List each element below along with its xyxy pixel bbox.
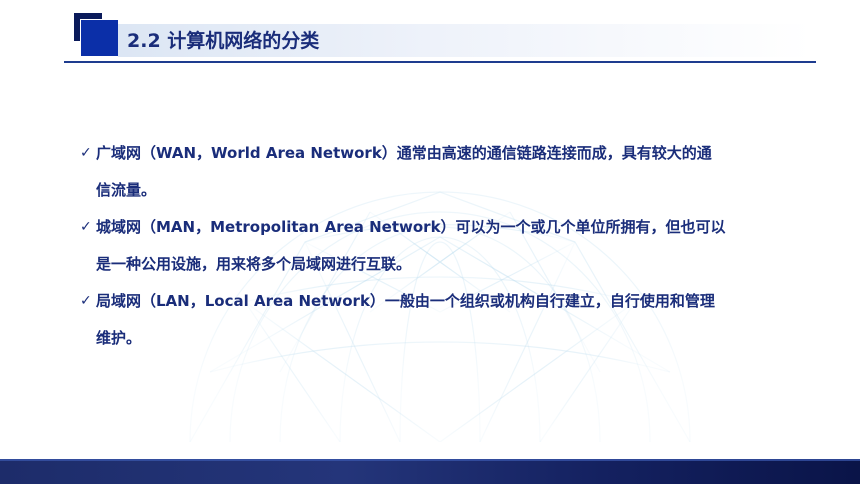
check-icon: ✓	[80, 293, 92, 309]
page-title: 2.2 计算机网络的分类	[127, 30, 320, 52]
item-text-line: 局域网（LAN，Local Area Network）一般由一个组织或机构自行建…	[96, 292, 715, 310]
check-icon: ✓	[80, 145, 92, 161]
header-divider	[64, 61, 816, 63]
item-text-line: 信流量。	[96, 181, 157, 199]
list-item-lan: ✓ 局域网（LAN，Local Area Network）一般由一个组织或机构自…	[80, 286, 800, 353]
list-item-man: ✓ 城域网（MAN，Metropolitan Area Network）可以为一…	[80, 212, 800, 279]
item-text-line: 城域网（MAN，Metropolitan Area Network）可以为一个或…	[96, 218, 726, 236]
item-text-line: 广域网（WAN，World Area Network）通常由高速的通信链路连接而…	[96, 144, 712, 162]
content-list: ✓ 广域网（WAN，World Area Network）通常由高速的通信链路连…	[80, 138, 800, 353]
check-icon: ✓	[80, 219, 92, 235]
footer-accent-line	[0, 459, 860, 461]
footer-bar	[0, 459, 860, 484]
list-item-wan: ✓ 广域网（WAN，World Area Network）通常由高速的通信链路连…	[80, 138, 800, 205]
item-text-line: 维护。	[96, 329, 142, 347]
slide: 2.2 计算机网络的分类 ✓ 广域网（WAN，World Area Networ…	[0, 0, 860, 484]
logo-square-front	[80, 19, 119, 57]
item-text-line: 是一种公用设施，用来将多个局域网进行互联。	[96, 255, 412, 273]
